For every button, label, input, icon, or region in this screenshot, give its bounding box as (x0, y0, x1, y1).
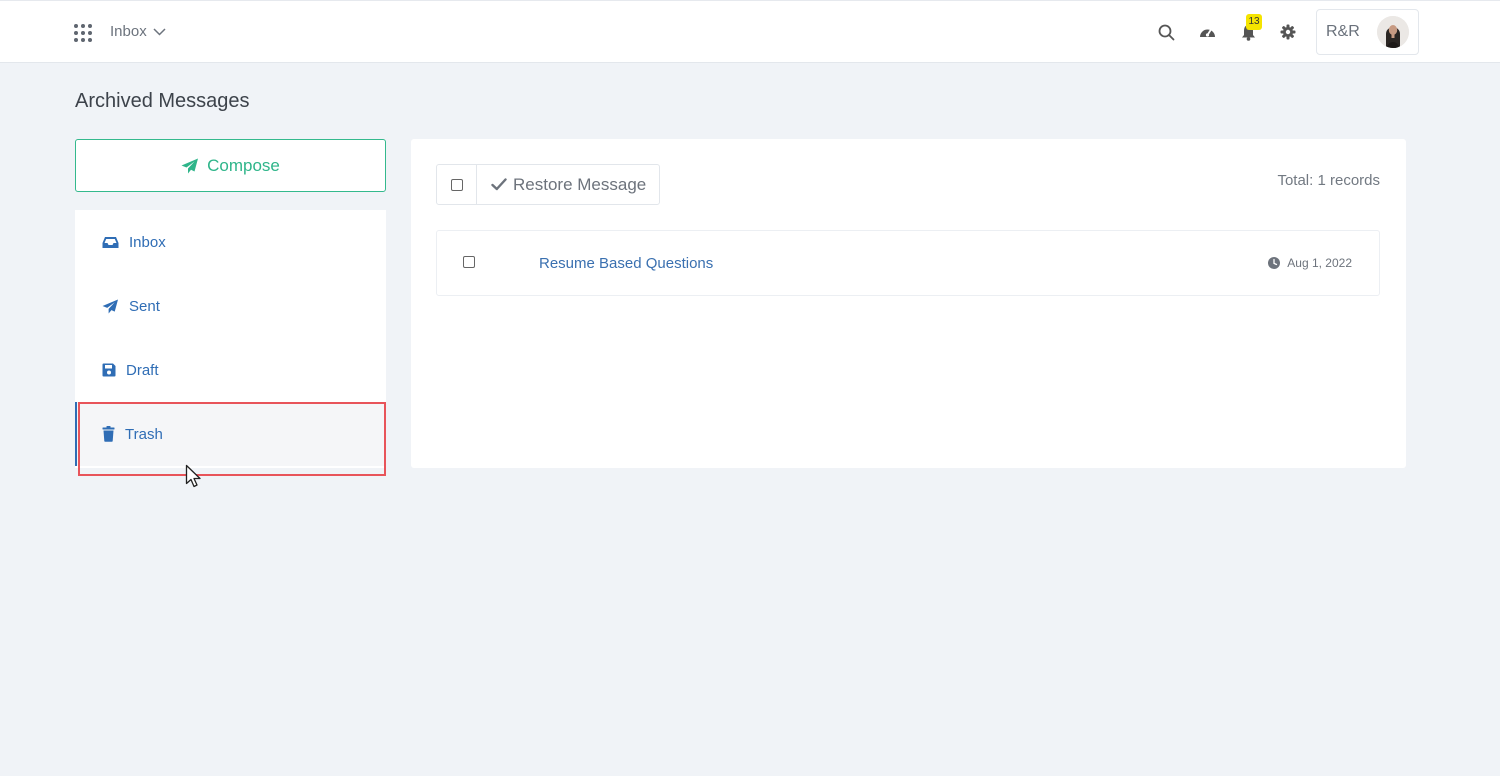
table-row[interactable]: Resume Based Questions Aug 1, 2022 (436, 230, 1380, 296)
restore-message-button[interactable]: Restore Message (477, 165, 659, 204)
avatar (1377, 16, 1409, 48)
inbox-tray-icon (102, 236, 119, 248)
search-icon[interactable] (1155, 21, 1177, 43)
compose-button-label: Compose (207, 155, 280, 175)
sidebar-item-inbox[interactable]: Inbox (75, 210, 386, 274)
checkmark-icon (491, 178, 507, 191)
top-bar: Inbox 13 R&R (0, 0, 1500, 63)
user-menu[interactable]: R&R (1316, 9, 1419, 55)
paper-plane-icon (181, 158, 199, 173)
trash-icon (102, 426, 115, 442)
sidebar-item-label: Trash (125, 425, 163, 443)
page-title: Archived Messages (75, 90, 250, 112)
total-records-count: Total: 1 records (1277, 172, 1380, 189)
message-date-text: Aug 1, 2022 (1287, 256, 1352, 270)
message-date: Aug 1, 2022 (1268, 256, 1352, 270)
chevron-down-icon (153, 28, 166, 36)
gear-icon[interactable] (1277, 21, 1299, 43)
user-name: R&R (1326, 23, 1360, 40)
sidebar-item-sent[interactable]: Sent (75, 274, 386, 338)
paper-plane-icon (102, 298, 118, 314)
compose-button[interactable]: Compose (75, 139, 386, 192)
sidebar-item-label: Inbox (129, 233, 166, 251)
restore-message-label: Restore Message (513, 174, 647, 194)
module-dropdown-label: Inbox (110, 23, 147, 40)
message-panel: Restore Message Total: 1 records Resume … (411, 139, 1406, 468)
sidebar-item-trash[interactable]: Trash (75, 402, 386, 466)
notification-count-badge: 13 (1246, 14, 1262, 30)
clock-icon (1268, 257, 1281, 269)
module-dropdown[interactable]: Inbox (110, 23, 166, 40)
message-toolbar: Restore Message (436, 164, 661, 205)
floppy-disk-icon (102, 363, 116, 377)
apps-grid-icon[interactable] (74, 24, 92, 42)
row-checkbox[interactable] (463, 256, 475, 268)
message-subject-link[interactable]: Resume Based Questions (539, 255, 713, 272)
sidebar-item-label: Sent (129, 297, 160, 315)
folder-list: Inbox Sent Draft Trash (75, 210, 386, 468)
select-all-checkbox[interactable] (450, 178, 463, 191)
dashboard-gauge-icon[interactable] (1196, 21, 1218, 43)
sidebar-item-label: Draft (126, 361, 159, 379)
select-all-cell (437, 165, 477, 204)
sidebar-item-draft[interactable]: Draft (75, 338, 386, 402)
